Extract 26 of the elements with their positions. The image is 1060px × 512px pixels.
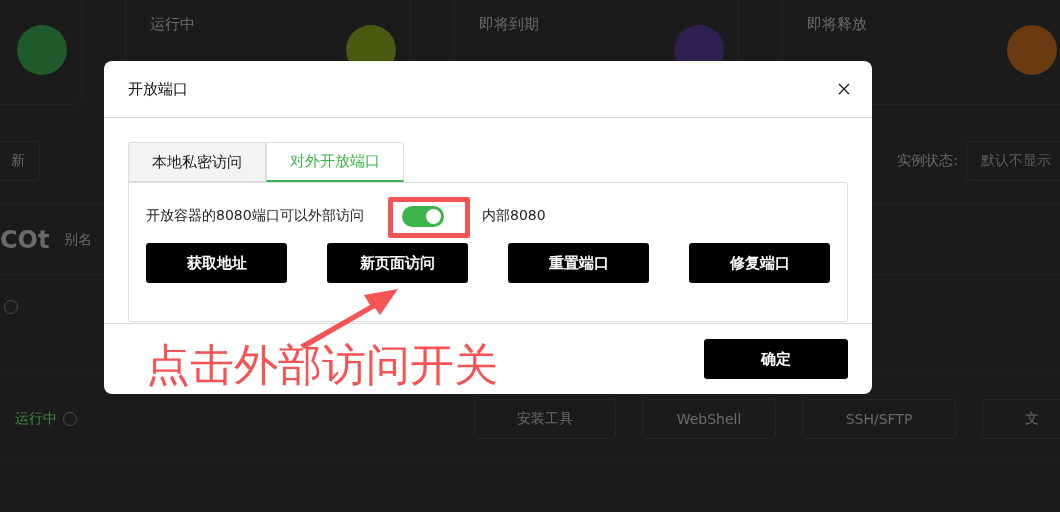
stat-label: 运行中 (150, 15, 195, 34)
status-select[interactable]: 默认不显示 (966, 140, 1060, 181)
action-button[interactable]: 获取地址 (146, 243, 287, 283)
action-button[interactable]: 文 (982, 398, 1060, 439)
close-icon[interactable] (838, 83, 850, 95)
action-button[interactable]: 新页面访问 (327, 243, 468, 283)
alias-label: 别名 (63, 230, 92, 249)
port-note: 内部8080 (482, 207, 546, 225)
action-button[interactable]: SSH/SFTP (802, 398, 956, 439)
tab[interactable]: 本地私密访问 (128, 142, 266, 182)
status-text: 运行中 (15, 409, 57, 428)
action-button[interactable]: 修复端口 (689, 243, 830, 283)
filter-label: 实例状态: (897, 151, 958, 170)
confirm-button[interactable]: 确定 (704, 339, 848, 379)
refresh-button[interactable]: 新 (0, 140, 40, 181)
access-switch[interactable] (402, 205, 444, 227)
instance-name: COt (0, 225, 50, 254)
tab[interactable]: 对外开放端口 (266, 142, 404, 182)
action-button[interactable]: WebShell (642, 398, 776, 439)
stat-label: 即将到期 (479, 15, 539, 34)
action-button[interactable]: 重置端口 (508, 243, 649, 283)
stat-label: 即将释放 (807, 15, 867, 34)
action-button[interactable]: 安装工具 (474, 398, 616, 439)
dialog-title: 开放端口 (128, 79, 188, 99)
annotation-text: 点击外部访问开关 (146, 341, 498, 390)
toggle-label: 开放容器的8080端口可以外部访问 (146, 207, 365, 225)
